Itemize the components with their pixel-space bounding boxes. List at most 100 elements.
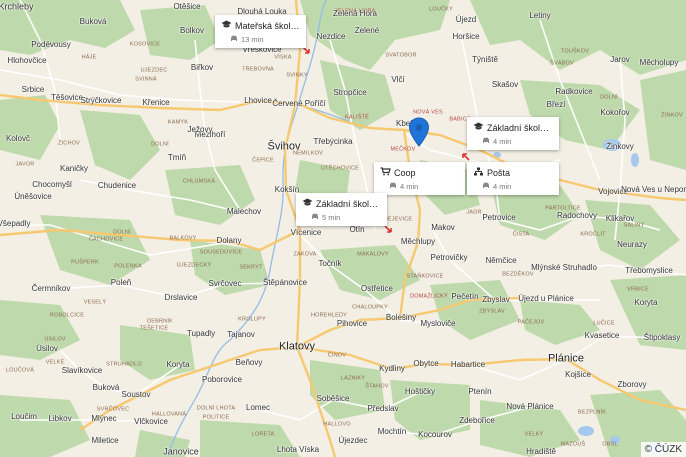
area-label: LORETA: [251, 431, 275, 438]
area-label: ÚSILOV: [44, 336, 66, 343]
area-label: HÁJE: [81, 54, 97, 61]
place-label: Nezdice: [316, 32, 346, 41]
place-label: Buková: [79, 17, 107, 26]
area-label: JAVOR: [15, 161, 35, 168]
place-label: Klatovy: [278, 340, 316, 353]
area-label: ŽINKOV: [661, 112, 683, 119]
area-label: POLITICE: [202, 414, 230, 421]
place-label: Klikařov: [605, 214, 635, 223]
poi-card-materska-skola[interactable]: Mateřská škola B... 13 min: [215, 15, 306, 48]
place-label: Koryta: [634, 298, 658, 307]
area-label: DOMAŽLICKÝ: [410, 293, 448, 300]
place-label: Hradiště: [526, 447, 556, 456]
area-label: SVINNÁ: [135, 76, 157, 83]
area-label: STRUHADLO: [106, 361, 142, 368]
place-label: Radkovice: [555, 87, 593, 96]
place-label: Nová Ves u Nepomuka: [621, 185, 686, 194]
place-label: Mochtín: [377, 427, 407, 436]
area-label: TŘEBOVNA: [242, 66, 274, 73]
place-label: Makov: [431, 223, 455, 232]
area-label: LAZNIKY: [340, 375, 366, 382]
place-label: Nová Plánice: [506, 402, 554, 411]
place-label: Krchleby: [0, 1, 34, 12]
place-label: Újezd u Plánice: [518, 294, 574, 303]
place-label: Kvasetice: [584, 331, 620, 340]
area-label: CHLUMSKÁ: [182, 178, 216, 185]
place-label: Štipoklasy: [643, 333, 681, 342]
location-pin-icon[interactable]: [408, 117, 430, 147]
place-label: Zborovy: [617, 380, 647, 389]
area-label: UJEZDEC: [140, 67, 168, 74]
area-label: SVATOBOR: [385, 52, 417, 59]
place-label: Ptenín: [468, 387, 492, 396]
poi-card-coop[interactable]: Coop 4 min: [374, 162, 465, 195]
place-label: Tupadly: [186, 329, 216, 338]
place-label: Měchlupy: [400, 237, 436, 246]
area-label: LUČICE: [593, 320, 615, 327]
car-icon: [482, 137, 490, 146]
place-label: Horšice: [452, 32, 480, 41]
area-label: DOLNÍ: [113, 229, 131, 236]
place-label: Lhota Víska: [276, 445, 320, 454]
place-label: Koryta: [166, 360, 190, 369]
place-label: Hoštičky: [404, 387, 436, 396]
place-label: Pečetín: [451, 292, 479, 301]
car-icon: [389, 182, 397, 191]
area-label: BEZDĚKOV: [502, 271, 534, 278]
place-label: Újezdec: [338, 436, 368, 445]
area-label: ZBYSLAV: [479, 308, 505, 315]
car-icon: [230, 35, 238, 44]
area-label: SEKRYT: [239, 264, 263, 271]
place-label: Poleň: [110, 278, 132, 287]
place-label: Březí: [546, 100, 566, 109]
car-icon: [482, 182, 490, 191]
place-label: Vícenice: [290, 228, 322, 237]
place-label: Předslav: [367, 404, 399, 413]
place-label: Zelené: [354, 26, 380, 35]
area-label: VRBICE: [627, 286, 649, 293]
drive-time: 4 min: [400, 182, 419, 191]
place-label: Jarov: [610, 55, 630, 64]
place-label: Těšovice: [50, 93, 84, 102]
place-label: Zdebořice: [459, 416, 495, 425]
poi-card-posta[interactable]: Pošta 4 min: [467, 162, 559, 195]
area-label: VELKÉ: [45, 359, 65, 366]
place-label: Kydliny: [379, 364, 405, 373]
area-label: KALIŠTĚ: [344, 114, 370, 121]
area-label: MAZOUŠ: [560, 441, 586, 448]
place-label: Kojšice: [565, 370, 591, 379]
place-label: Tmíň: [167, 153, 187, 162]
area-label: BALKOVY: [169, 235, 197, 242]
area-label: MEČKOV: [390, 146, 416, 153]
poi-card-zakladni-skola-pr[interactable]: Základní škola Př... 5 min: [296, 193, 387, 226]
place-label: Švihov: [267, 140, 301, 153]
area-label: VELKÝ: [524, 431, 544, 438]
poi-title: Základní škola Př...: [316, 198, 381, 209]
map-attribution[interactable]: © ČÚZK: [640, 442, 686, 457]
area-label: KROČLIT: [580, 231, 606, 238]
area-label: ŠVÁBOV: [550, 60, 574, 67]
place-label: Petrovice: [482, 213, 516, 222]
place-label: Týniště: [472, 55, 498, 64]
poi-card-zakladni-skola-a[interactable]: Základní škola a ... 4 min: [467, 117, 559, 150]
area-label: HOŘEHLEDY: [310, 312, 348, 319]
place-label: Strýčkovice: [80, 96, 122, 105]
place-label: Zelená Hora: [332, 9, 378, 18]
area-label: LOUČOVÁ: [5, 367, 35, 374]
place-label: Buková: [92, 383, 120, 392]
place-label: Plánice: [547, 352, 585, 365]
area-label: DOLNÍ LHOTA: [196, 405, 236, 412]
place-label: Točník: [318, 259, 342, 268]
map-canvas[interactable]: NOVÁ VES BABICE MEČKOV KALIŠTĚ ZELENÁ HORA LO…: [0, 0, 686, 457]
place-label: Lomec: [245, 403, 271, 412]
place-label: Stropčice: [333, 88, 367, 97]
place-label: Újezd: [455, 15, 477, 24]
place-label: Pihovice: [336, 319, 368, 328]
place-label: Beňovy: [235, 358, 263, 367]
area-label: ČISTA: [512, 231, 530, 238]
area-label: STAŇKOVICE: [406, 273, 444, 280]
area-label: DOLNÍ: [151, 141, 169, 148]
area-label: PUŠPERK: [71, 259, 99, 266]
place-label: Soběšice: [316, 394, 350, 403]
place-label: Radochovy: [556, 211, 598, 220]
